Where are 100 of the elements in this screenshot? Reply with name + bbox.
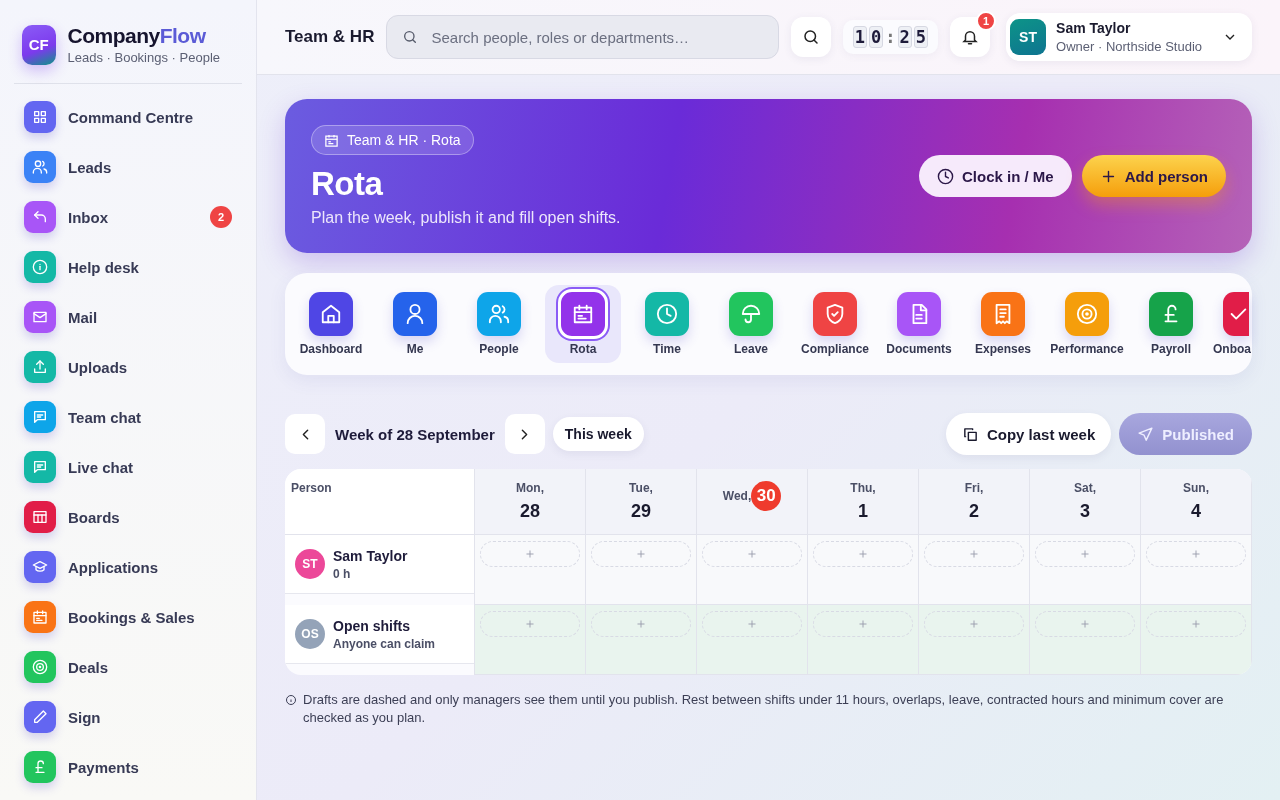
sidebar-item[interactable]: Payments — [24, 742, 256, 792]
next-week-button[interactable] — [504, 414, 545, 454]
people-icon — [32, 159, 48, 175]
person-name: Sam Taylor — [333, 547, 408, 564]
app-tab[interactable]: Time — [625, 285, 709, 363]
upload-icon — [32, 359, 48, 375]
user-avatar: ST — [1010, 19, 1047, 55]
brand-tagline: Leads · Bookings · People — [67, 50, 220, 65]
user-name: Sam Taylor — [1056, 20, 1131, 36]
brand-name: CompanyFlow — [67, 24, 207, 48]
user-role: Owner · Northside Studio — [1056, 39, 1202, 54]
app-tab[interactable]: Expenses — [961, 285, 1045, 363]
mail-icon — [32, 309, 48, 325]
day-name: Wed, — [722, 489, 752, 503]
people-icon — [488, 303, 510, 325]
day-name: Fri, — [964, 481, 984, 495]
person-detail: 0 h — [333, 566, 352, 581]
sidebar-item[interactable]: Deals — [24, 642, 256, 692]
copy-last-week-button[interactable]: Copy last week — [945, 413, 1112, 455]
app-tab[interactable]: Performance — [1045, 285, 1129, 363]
clock-separator: : — [885, 27, 896, 47]
day-name: Sat, — [1074, 481, 1096, 495]
calendar-icon — [324, 132, 339, 148]
day-date: 3 — [1080, 501, 1090, 522]
sidebar-item[interactable]: Applications — [24, 542, 256, 592]
app-tab[interactable]: Payroll — [1129, 285, 1213, 363]
sidebar-item[interactable]: Bookings & Sales — [24, 592, 256, 642]
shield-icon — [824, 303, 846, 325]
count-badge: 2 — [210, 206, 232, 228]
app-tab[interactable]: Documents — [877, 285, 961, 363]
person-detail: Anyone can claim — [333, 636, 436, 651]
app-tab[interactable]: Me — [373, 285, 457, 363]
day-date: 2 — [969, 501, 979, 522]
reply-icon — [32, 209, 48, 225]
sidebar-item[interactable]: Mail — [24, 292, 256, 342]
sidebar-item[interactable]: Leads — [24, 142, 256, 192]
person-name: Open shifts — [333, 617, 411, 634]
pound-icon — [32, 759, 48, 775]
search-field[interactable]: Search people, roles or departments… — [386, 15, 779, 59]
calendar-icon — [32, 609, 48, 625]
help-note: Drafts are dashed and only managers see them until you publish. Rest between shifts under 11 hours, overlaps, leave, contracted hours and minimum cover are checked as you plan. — [303, 691, 1225, 727]
app-tab[interactable]: Rota — [545, 285, 621, 363]
graduation-cap-icon — [32, 559, 48, 575]
app-tab[interactable]: Leave — [709, 285, 793, 363]
target-icon — [1076, 303, 1098, 325]
grid-icon — [32, 109, 48, 125]
notifications-button[interactable] — [950, 17, 991, 57]
today-date: 30 — [751, 481, 782, 511]
search-icon — [801, 28, 820, 46]
sidebar-item[interactable]: Uploads — [24, 342, 256, 392]
app-tab[interactable]: Compliance — [793, 285, 877, 363]
home-icon — [320, 303, 342, 325]
day-name: Mon, — [516, 481, 544, 495]
breadcrumb-chip: Team & HR · Rota — [311, 125, 474, 155]
info-icon — [285, 694, 297, 706]
clock-digit: 0 — [869, 26, 884, 48]
chat-icon — [32, 409, 48, 425]
umbrella-icon — [740, 303, 762, 325]
avatar: ST — [295, 549, 325, 579]
avatar: OS — [295, 619, 325, 649]
info-icon — [32, 259, 48, 275]
search-button[interactable] — [790, 17, 831, 57]
day-name: Thu, — [850, 481, 876, 495]
column-header: Person — [291, 481, 332, 495]
user-menu[interactable]: ST Sam Taylor Owner · Northside Studio — [1006, 13, 1252, 61]
clock-in-button[interactable]: Clock in / Me — [918, 155, 1072, 197]
sidebar-item[interactable]: Live chat — [24, 442, 256, 492]
sidebar-item[interactable]: Help desk — [24, 242, 256, 292]
app-tab[interactable]: Onboa — [1213, 285, 1249, 363]
sidebar-item[interactable]: Sign — [24, 692, 256, 742]
day-date: 28 — [520, 501, 540, 522]
sidebar-item[interactable]: Team chat — [24, 392, 256, 442]
search-icon — [402, 29, 419, 45]
hero-subtitle: Plan the week, publish it and fill open shifts. — [311, 209, 621, 227]
this-week-button[interactable]: This week — [552, 417, 644, 451]
board-icon — [32, 509, 48, 525]
app-tab[interactable]: Dashboard — [289, 285, 373, 363]
clock-icon — [656, 303, 678, 325]
pencil-icon — [32, 709, 48, 725]
day-name: Sun, — [1183, 481, 1209, 495]
sidebar-item[interactable]: Inbox 2 — [24, 192, 256, 242]
copy-icon — [961, 425, 979, 443]
person-icon — [404, 303, 426, 325]
sidebar-item[interactable]: Boards — [24, 492, 256, 542]
calendar-icon — [572, 303, 594, 325]
day-date: 4 — [1191, 501, 1201, 522]
app-tab[interactable]: People — [457, 285, 541, 363]
clock-icon — [936, 167, 954, 185]
clock-digit: 1 — [852, 26, 868, 48]
sidebar-item[interactable]: Command Centre — [24, 92, 256, 142]
chat-icon — [32, 459, 48, 475]
previous-week-button[interactable] — [285, 414, 325, 454]
day-date: 1 — [858, 501, 868, 522]
logo-badge: CF — [22, 24, 56, 65]
clock-digit: 5 — [913, 26, 929, 48]
day-name: Tue, — [629, 481, 653, 495]
hero-title: Rota — [311, 165, 383, 203]
add-person-button[interactable]: Add person — [1081, 155, 1226, 197]
send-icon — [1137, 425, 1155, 443]
week-label: Week of 28 September — [335, 425, 495, 443]
